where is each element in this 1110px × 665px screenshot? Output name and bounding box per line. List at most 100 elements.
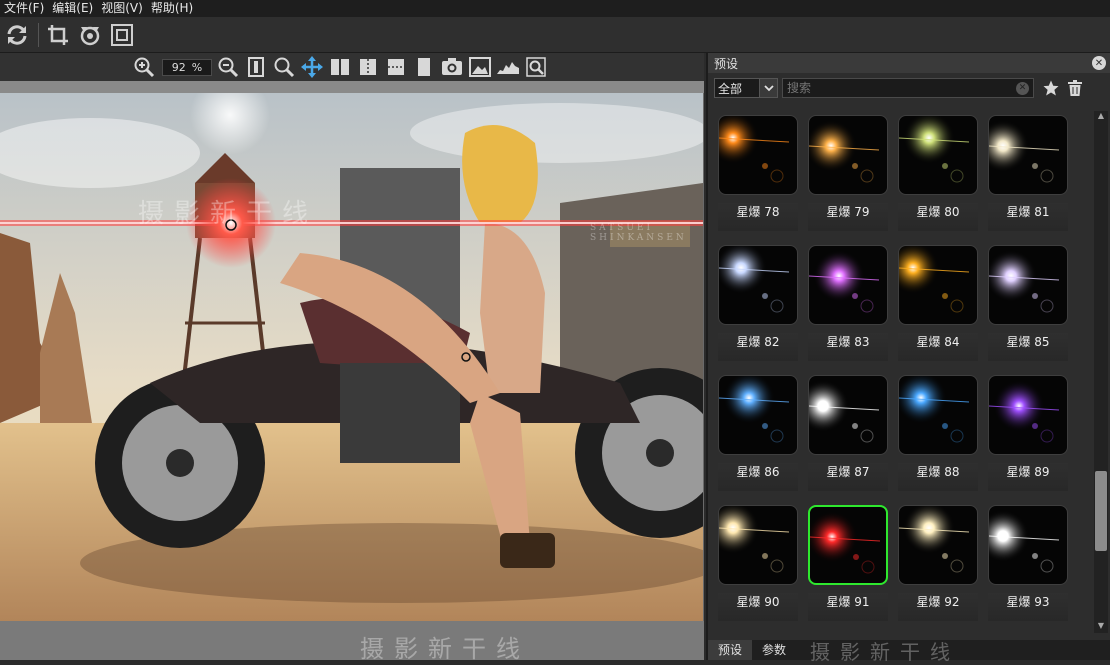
preset-item[interactable]: 星爆 89 (984, 371, 1068, 491)
preset-thumbnail (898, 245, 978, 325)
crop-button[interactable] (45, 22, 71, 48)
crop-icon (48, 24, 68, 45)
preset-thumbnail (808, 245, 888, 325)
preset-item[interactable]: 星爆 82 (714, 241, 798, 361)
zoom-value: 92 (171, 60, 186, 74)
photo-preview[interactable]: 摄影新干线 SATSUEI SHINKANSEN (0, 93, 703, 621)
close-icon: ✕ (1094, 57, 1104, 69)
refresh-icon (7, 24, 27, 45)
snapshot-button[interactable] (440, 55, 464, 79)
image-preview-button[interactable] (468, 55, 492, 79)
preset-item[interactable]: 星爆 90 (714, 501, 798, 621)
preset-thumbnail (898, 375, 978, 455)
preset-label: 星爆 89 (988, 463, 1068, 491)
preset-label: 星爆 83 (808, 333, 888, 361)
single-view-button[interactable] (412, 55, 436, 79)
preset-label: 星爆 91 (808, 593, 888, 621)
delete-button[interactable] (1064, 77, 1086, 99)
fit-screen-button[interactable] (109, 22, 135, 48)
tab-parameters[interactable]: 参数 (752, 640, 796, 660)
preset-item[interactable]: 星爆 88 (894, 371, 978, 491)
preset-item[interactable]: 星爆 86 (714, 371, 798, 491)
favorites-button[interactable] (1040, 77, 1062, 99)
scroll-thumb[interactable] (1095, 471, 1107, 551)
preset-item[interactable]: 星爆 83 (804, 241, 888, 361)
split-compare-button[interactable] (356, 55, 380, 79)
preset-item[interactable]: 星爆 80 (894, 111, 978, 231)
star-icon (1043, 80, 1059, 96)
menu-help[interactable]: 帮助(H) (147, 0, 197, 17)
watermark-bottom: 摄影新干线 (360, 635, 530, 663)
menu-view[interactable]: 视图(V) (97, 0, 147, 17)
split-compare-icon (360, 59, 376, 75)
preset-label: 星爆 78 (718, 203, 798, 231)
histogram-button[interactable] (496, 55, 520, 79)
camera-icon (442, 58, 462, 75)
view-toolbar: 92 % (0, 53, 704, 81)
filter-row: 全部 ✕ (714, 77, 1110, 99)
preset-label: 星爆 93 (988, 593, 1068, 621)
preset-label: 星爆 87 (808, 463, 888, 491)
preset-thumbnail (808, 505, 888, 585)
loupe-icon (526, 57, 546, 77)
fit-height-button[interactable] (244, 55, 268, 79)
zoom-unit: % (191, 60, 203, 74)
split-vertical-icon (331, 59, 349, 75)
preset-thumbnail (898, 115, 978, 195)
zoom-out-icon (218, 57, 239, 78)
image-icon (469, 57, 491, 77)
preset-thumbnail (988, 115, 1068, 195)
preset-label: 星爆 88 (898, 463, 978, 491)
preset-label: 星爆 85 (988, 333, 1068, 361)
preset-thumbnail (718, 375, 798, 455)
refresh-button[interactable] (4, 22, 30, 48)
preset-item[interactable]: 星爆 91 (804, 501, 888, 621)
zoom-field[interactable]: 92 % (162, 58, 212, 76)
loupe-button[interactable] (524, 55, 548, 79)
scroll-up-icon[interactable]: ▲ (1094, 111, 1108, 123)
chevron-down-icon[interactable] (759, 79, 777, 97)
tab-presets[interactable]: 预设 (708, 640, 753, 660)
clear-search-icon[interactable]: ✕ (1016, 81, 1029, 95)
rotate-icon (80, 26, 100, 45)
preset-item[interactable]: 星爆 81 (984, 111, 1068, 231)
menu-edit[interactable]: 编辑(E) (48, 0, 97, 17)
fit-height-icon (248, 57, 264, 77)
search-box[interactable]: ✕ (782, 78, 1034, 98)
preset-thumbnail (718, 115, 798, 195)
panel-watermark: 摄影新干线 (810, 639, 961, 664)
zoom-in-button[interactable] (132, 55, 156, 79)
preset-item[interactable]: 星爆 85 (984, 241, 1068, 361)
preset-item[interactable]: 星爆 93 (984, 501, 1068, 621)
fit-screen-icon (111, 23, 133, 46)
panel-close-button[interactable]: ✕ (1092, 56, 1106, 70)
photo-image (0, 93, 703, 621)
histogram-icon (497, 62, 519, 74)
pan-button[interactable] (300, 55, 324, 79)
panel-tabs: 预设 参数 摄影新干线 (708, 640, 1110, 664)
menu-file[interactable]: 文件(F) (0, 0, 48, 17)
preset-label: 星爆 80 (898, 203, 978, 231)
preset-item[interactable]: 星爆 87 (804, 371, 888, 491)
preset-item[interactable]: 星爆 92 (894, 501, 978, 621)
preset-item[interactable]: 星爆 84 (894, 241, 978, 361)
category-dropdown[interactable]: 全部 (714, 78, 778, 98)
preset-thumbnail (988, 375, 1068, 455)
zoom-out-button[interactable] (216, 55, 240, 79)
presets-panel: 预设 ✕ 全部 ✕ (706, 53, 1110, 664)
rotate-button[interactable] (77, 22, 103, 48)
search-input[interactable] (787, 81, 1016, 95)
panel-title: 预设 (714, 56, 739, 71)
preset-label: 星爆 84 (898, 333, 978, 361)
canvas-area[interactable]: 摄影新干线 SATSUEI SHINKANSEN 摄影新干线 (0, 81, 704, 663)
preset-thumbnail (988, 245, 1068, 325)
preset-scrollbar[interactable]: ▲ ▼ (1094, 111, 1108, 633)
trash-icon (1068, 80, 1082, 96)
preset-item[interactable]: 星爆 79 (804, 111, 888, 231)
split-view-button[interactable] (328, 55, 352, 79)
split-horizontal-button[interactable] (384, 55, 408, 79)
scroll-down-icon[interactable]: ▼ (1094, 621, 1108, 633)
zoom-actual-button[interactable] (272, 55, 296, 79)
preset-item[interactable]: 星爆 78 (714, 111, 798, 231)
preset-thumbnail (808, 115, 888, 195)
